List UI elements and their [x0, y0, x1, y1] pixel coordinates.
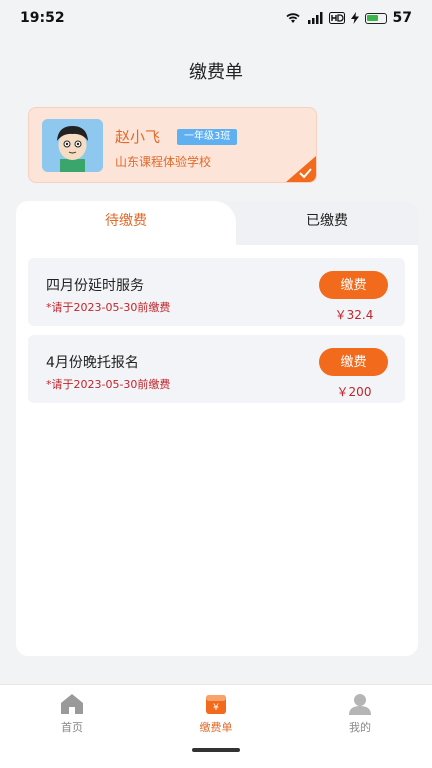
student-card[interactable]: 赵小飞 一年级3班 山东课程体验学校 [28, 107, 317, 183]
selected-check-icon [286, 156, 316, 182]
bill-title: 四月份延时服务 [46, 278, 144, 294]
pay-button[interactable]: 缴费 [319, 271, 388, 299]
pay-button[interactable]: 缴费 [319, 348, 388, 376]
hd-icon [328, 12, 345, 24]
battery-icon [364, 12, 387, 24]
bill-amount: ￥32.4 [334, 308, 374, 322]
bill-icon: ¥ [204, 693, 228, 715]
nav-bills-label: 缴费单 [199, 721, 233, 734]
status-bar: 19:52 57 [0, 0, 432, 36]
user-icon [348, 693, 372, 715]
status-tabs: 已缴费 待缴费 [16, 201, 418, 245]
battery-level: 57 [392, 10, 412, 26]
bottom-nav: 首页 ¥ 缴费单 我的 [0, 684, 432, 768]
bill-item: 4月份晚托报名 *请于2023-05-30前缴费 缴费 ￥200 [28, 335, 405, 403]
status-time: 19:52 [20, 10, 65, 26]
home-indicator [192, 748, 240, 752]
page-title: 缴费单 [189, 62, 243, 83]
nav-home[interactable]: 首页 [22, 693, 122, 735]
svg-text:¥: ¥ [213, 703, 219, 713]
nav-me[interactable]: 我的 [310, 693, 410, 735]
bill-amount: ￥200 [336, 385, 372, 399]
bill-item: 四月份延时服务 *请于2023-05-30前缴费 缴费 ￥32.4 [28, 258, 405, 326]
bill-deadline: *请于2023-05-30前缴费 [46, 301, 171, 314]
grade-badge: 一年级3班 [177, 129, 238, 145]
charging-icon [350, 12, 359, 24]
student-name: 赵小飞 [115, 128, 161, 146]
bill-deadline: *请于2023-05-30前缴费 [46, 378, 171, 391]
nav-bills[interactable]: ¥ 缴费单 [166, 693, 266, 735]
avatar [42, 119, 103, 172]
school-name: 山东课程体验学校 [115, 155, 212, 169]
nav-me-label: 我的 [349, 721, 371, 734]
tab-paid[interactable]: 已缴费 [236, 201, 418, 245]
home-icon [60, 693, 84, 715]
bill-title: 4月份晚托报名 [46, 355, 139, 371]
status-icons: 57 [285, 10, 412, 26]
wifi-icon [285, 12, 301, 24]
nav-home-label: 首页 [61, 721, 83, 734]
signal-icon [307, 12, 323, 24]
bills-panel: 已缴费 待缴费 四月份延时服务 *请于2023-05-30前缴费 缴费 ￥32.… [16, 201, 418, 656]
tab-unpaid[interactable]: 待缴费 [16, 201, 236, 245]
